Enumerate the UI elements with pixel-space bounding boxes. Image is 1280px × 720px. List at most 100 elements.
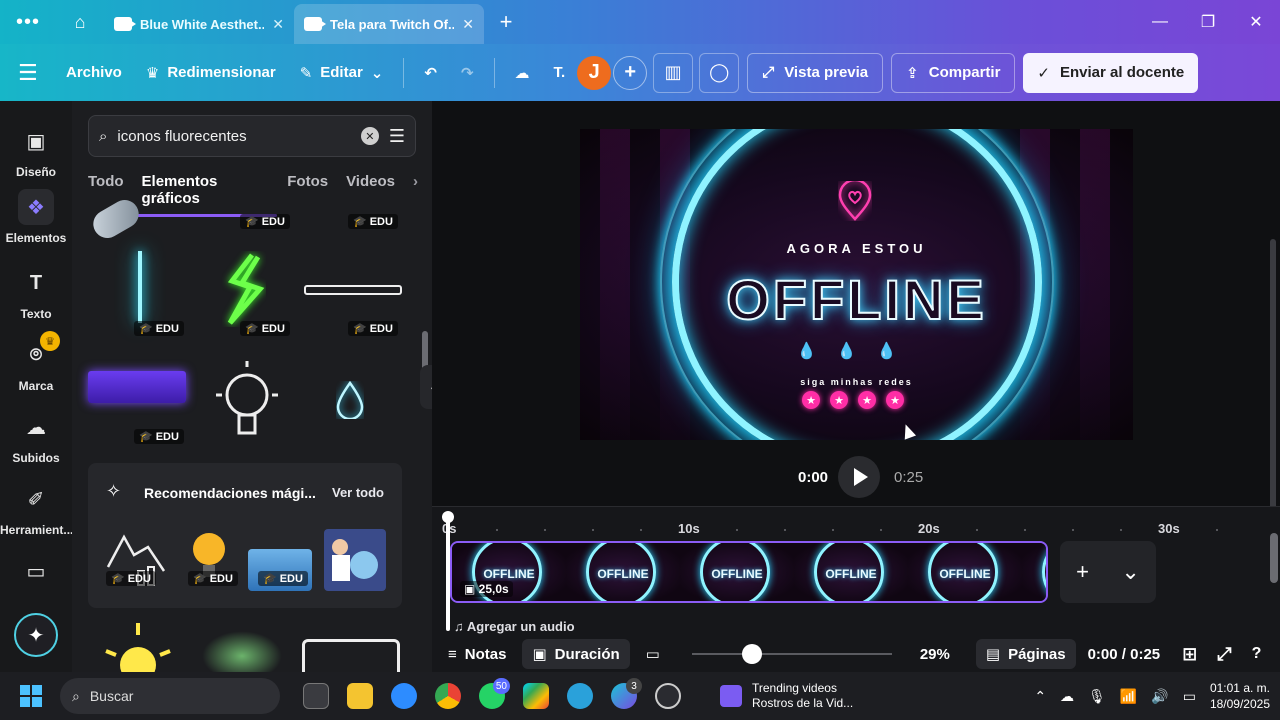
- tick-dot: [1072, 529, 1074, 531]
- clip-thumbnail: OFFLINE: [794, 543, 908, 601]
- play-button[interactable]: [838, 456, 881, 498]
- canva-icon[interactable]: 3: [602, 676, 646, 716]
- editar-button[interactable]: ✎ Editar ⌄: [288, 53, 396, 93]
- whatsapp-icon[interactable]: 50: [470, 676, 514, 716]
- paginas-button[interactable]: ▤ Páginas: [975, 639, 1076, 669]
- lightbulb-element[interactable]: [212, 359, 282, 451]
- browser-tab-active[interactable]: Tela para Twitch Of... ✕: [294, 4, 484, 44]
- canvas-scrollbar[interactable]: [1270, 239, 1276, 544]
- task-view-icon[interactable]: [294, 676, 338, 716]
- compartir-button[interactable]: ⇪ Compartir: [891, 52, 1016, 93]
- chrome-icon[interactable]: [426, 676, 470, 716]
- rail-item-elementos[interactable]: ❖ Elementos: [0, 189, 72, 245]
- zoom-value[interactable]: 29%: [920, 646, 950, 663]
- browser-tab[interactable]: Blue White Aesthet... ✕: [104, 4, 294, 44]
- neon-bar-element[interactable]: [304, 285, 402, 295]
- tab-fotos[interactable]: Fotos: [287, 173, 328, 207]
- tab-videos[interactable]: Videos: [346, 173, 395, 207]
- rail-item-herramientas[interactable]: ✐ Herramient...: [0, 481, 73, 538]
- grid-view-icon[interactable]: ⊞: [1182, 644, 1197, 665]
- neon-lightning-element[interactable]: [222, 251, 266, 327]
- microphone-icon[interactable]: 🎙: [1088, 688, 1106, 705]
- app-icon[interactable]: [646, 676, 690, 716]
- playhead[interactable]: [442, 511, 454, 631]
- maximize-icon[interactable]: ❐: [1184, 12, 1232, 32]
- chevron-right-icon[interactable]: ›: [413, 173, 418, 207]
- add-audio-button[interactable]: ♫ Agregar un audio: [454, 619, 575, 634]
- filter-icon[interactable]: ☰: [389, 126, 405, 147]
- timeline-clip[interactable]: OFFLINE OFFLINE OFFLINE OFFLINE OFFLINE …: [450, 541, 1048, 603]
- trend-sub: Rostros de la Vid...: [752, 696, 854, 710]
- vista-previa-button[interactable]: ⤢ Vista previa: [747, 52, 884, 93]
- page-view-button[interactable]: ▭: [636, 639, 670, 669]
- edu-label: EDU: [127, 572, 151, 585]
- rail-item-folder[interactable]: ▭: [0, 553, 72, 595]
- rail-item-marca[interactable]: ⌾ ♛ Marca: [0, 331, 72, 393]
- cloud-save-button[interactable]: ☁: [503, 53, 542, 93]
- fullscreen-icon[interactable]: ⤢: [1217, 644, 1231, 665]
- video-icon: [304, 17, 326, 31]
- minimize-icon[interactable]: —: [1136, 13, 1184, 31]
- battery-icon[interactable]: ▭: [1183, 688, 1196, 705]
- rail-item-texto[interactable]: T Texto: [0, 265, 72, 322]
- design-page[interactable]: AGORA ESTOU OFFLINE 💧💧💧 siga minhas rede…: [580, 129, 1133, 440]
- edu-label: EDU: [261, 322, 285, 335]
- close-window-icon[interactable]: ✕: [1232, 12, 1280, 32]
- chevron-up-icon[interactable]: ⌃: [1034, 688, 1046, 705]
- chevron-down-icon[interactable]: ⌄: [1121, 559, 1139, 585]
- clear-icon[interactable]: ✕: [360, 127, 379, 145]
- close-icon[interactable]: ✕: [462, 16, 474, 33]
- taskbar-search[interactable]: ⌕ Buscar: [60, 678, 280, 714]
- reco-illustration[interactable]: [324, 529, 386, 591]
- comments-button[interactable]: ◯: [699, 52, 740, 93]
- tab-elementos-graficos[interactable]: Elementos gráficos: [133, 173, 277, 217]
- rail-item-subidos[interactable]: ☁ Subidos: [0, 409, 72, 466]
- avatar[interactable]: J: [577, 55, 612, 90]
- archivo-button[interactable]: Archivo: [54, 53, 134, 93]
- windows-start-icon[interactable]: [20, 685, 42, 707]
- redimensionar-button[interactable]: ♛ Redimensionar: [134, 53, 288, 93]
- trending-widget[interactable]: Trending videos Rostros de la Vid...: [720, 681, 853, 711]
- help-icon[interactable]: ?: [1252, 645, 1262, 663]
- compartir-label: Compartir: [928, 64, 1001, 81]
- timeline-ruler[interactable]: 0s 10s 20s 30s: [432, 517, 1280, 539]
- undo-button[interactable]: ↶: [412, 53, 449, 93]
- add-page-button[interactable]: +: [1076, 559, 1089, 585]
- play-store-icon[interactable]: [514, 676, 558, 716]
- scroll-thumb[interactable]: [1270, 533, 1278, 583]
- close-icon[interactable]: ✕: [272, 16, 284, 33]
- redo-button[interactable]: ↷: [449, 53, 486, 93]
- ver-todo-link[interactable]: Ver todo: [332, 485, 384, 500]
- volume-icon[interactable]: 🔊: [1151, 688, 1168, 705]
- neon-drop-element[interactable]: [336, 380, 364, 421]
- rail-item-diseno[interactable]: ▣ Diseño: [0, 123, 72, 180]
- search-input[interactable]: ⌕ iconos fluorecentes ✕ ☰: [88, 115, 416, 157]
- tick-dot: [1216, 529, 1218, 531]
- home-icon[interactable]: ⌂: [56, 12, 104, 33]
- neon-ac-element[interactable]: [88, 371, 186, 403]
- zoom-knob[interactable]: [741, 644, 762, 664]
- neon-line-element[interactable]: [138, 251, 142, 323]
- hamburger-menu-icon[interactable]: ☰: [18, 60, 54, 86]
- zoom-slider[interactable]: [691, 644, 892, 664]
- telegram-icon[interactable]: [558, 676, 602, 716]
- duracion-button[interactable]: ▣ Duración: [522, 639, 630, 669]
- duracion-label: Duración: [554, 645, 620, 663]
- onedrive-icon[interactable]: ☁: [1060, 688, 1074, 705]
- wifi-icon[interactable]: 📶: [1120, 688, 1137, 705]
- zoom-icon[interactable]: [382, 676, 426, 716]
- timeline-scrollbar[interactable]: [1270, 513, 1278, 631]
- magic-assistant-button[interactable]: ✦: [14, 613, 58, 657]
- insights-button[interactable]: ▥: [653, 52, 694, 93]
- browser-menu-icon[interactable]: •••: [0, 11, 56, 34]
- notas-button[interactable]: ≡ Notas: [438, 639, 516, 669]
- new-tab-button[interactable]: +: [484, 9, 528, 35]
- panel-tabs: Todo Elementos gráficos Fotos Videos ›: [88, 173, 418, 217]
- clock[interactable]: 01:01 a. m. 18/09/2025: [1210, 680, 1270, 712]
- enviar-docente-button[interactable]: ✓ Enviar al docente: [1023, 52, 1199, 93]
- file-explorer-icon[interactable]: [338, 676, 382, 716]
- add-collaborator-button[interactable]: +: [613, 55, 648, 90]
- taskbar-search-label: Buscar: [89, 688, 134, 704]
- panel-scrollbar[interactable]: [422, 211, 428, 661]
- text-style-button[interactable]: T.: [542, 53, 578, 93]
